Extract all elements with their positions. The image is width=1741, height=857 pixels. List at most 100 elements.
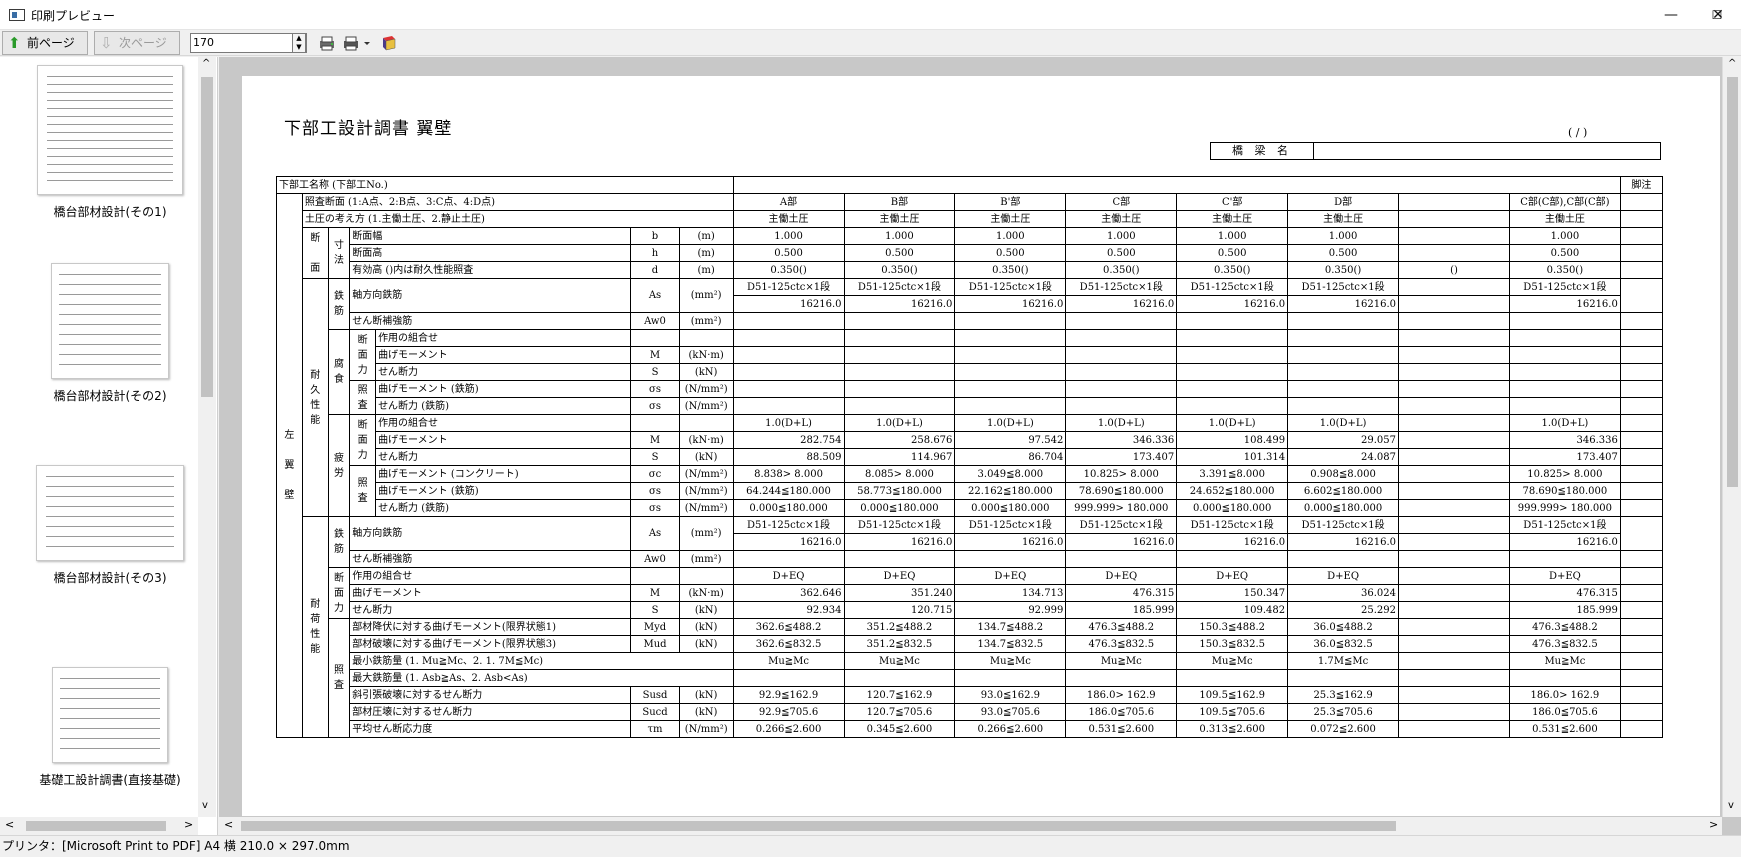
table-row: 曲げモーメント M (kN·m) bbox=[277, 346, 1664, 364]
scroll-left-icon[interactable]: < bbox=[5, 818, 14, 831]
value-cell: 0.313≦2.600 bbox=[1176, 720, 1289, 738]
zoom-up-icon[interactable]: ▲ bbox=[293, 34, 305, 43]
table-row: 左翼壁照査断面 (1:A点、2:B点、3:C点、4:D点) A部 B部 B'部 C部 C'… bbox=[276, 193, 1664, 738]
unit-cell: (mm²) bbox=[678, 550, 734, 568]
zoom-spinner[interactable]: ▲ ▼ bbox=[292, 33, 306, 53]
value-cell bbox=[1398, 482, 1510, 500]
next-page-button[interactable]: ⇩ 次ページ bbox=[94, 31, 180, 55]
note-cell bbox=[1619, 312, 1664, 330]
value-cell bbox=[1398, 448, 1510, 466]
value-cell: 10.825> 8.000 bbox=[1508, 465, 1621, 483]
note-cell bbox=[1619, 499, 1664, 517]
scroll-down-icon[interactable]: v bbox=[1728, 800, 1734, 811]
value-cell: 16216.0 bbox=[843, 533, 956, 551]
zoom-input[interactable]: 170 bbox=[190, 33, 307, 53]
value-cell: 186.0≦705.6 bbox=[1508, 703, 1621, 721]
symbol-cell: h bbox=[630, 244, 680, 262]
note-cell bbox=[1619, 686, 1664, 704]
scroll-thumb[interactable] bbox=[201, 77, 213, 397]
viewer-vertical-scrollbar[interactable]: ^ v bbox=[1722, 57, 1741, 817]
minimize-button[interactable]: — bbox=[1648, 0, 1694, 30]
unit-cell: (kN) bbox=[678, 686, 734, 704]
symbol-cell: S bbox=[630, 448, 680, 466]
scroll-down-icon[interactable]: v bbox=[202, 800, 208, 811]
value-cell bbox=[1508, 329, 1621, 347]
value-cell: C部 bbox=[1065, 193, 1178, 211]
table-row: せん断力 (鉄筋) σs (N/mm²) bbox=[277, 397, 1664, 415]
value-cell bbox=[1398, 703, 1510, 721]
value-cell: 362.646 bbox=[732, 584, 845, 602]
value-cell bbox=[1398, 465, 1510, 483]
thumbnail-vertical-scrollbar[interactable]: ^ v bbox=[198, 57, 216, 817]
book-icon[interactable] bbox=[380, 35, 398, 51]
print-setup-icon[interactable] bbox=[318, 35, 336, 51]
value-cell: 0.350() bbox=[954, 261, 1067, 279]
prev-page-button[interactable]: ⬆ 前ページ bbox=[2, 31, 88, 55]
value-cell: 0.072≦2.600 bbox=[1287, 720, 1400, 738]
value-cell bbox=[1065, 329, 1178, 347]
note-cell bbox=[1619, 380, 1664, 398]
unit-cell: (N/mm²) bbox=[678, 397, 734, 415]
value-cell: D51-125ctc×1段 bbox=[1287, 516, 1400, 534]
durability-group-label: 耐久性能 bbox=[301, 278, 329, 517]
prev-page-label: 前ページ bbox=[27, 36, 75, 50]
toolbar: ⬆ 前ページ ⇩ 次ページ 170 ▲ ▼ bbox=[0, 30, 1741, 56]
status-bar: プリンタ：[Microsoft Print to PDF] A4 横 210.0… bbox=[0, 835, 1741, 857]
value-cell bbox=[1065, 312, 1178, 330]
close-button[interactable]: ✕ bbox=[1695, 0, 1741, 30]
scroll-thumb[interactable] bbox=[241, 821, 1396, 831]
value-cell bbox=[843, 550, 956, 568]
scroll-right-icon[interactable]: > bbox=[1709, 818, 1718, 831]
value-cell: 1.000 bbox=[954, 227, 1067, 245]
scroll-right-icon[interactable]: > bbox=[184, 818, 193, 831]
table-row: 断面寸法断面幅 b (m) 1.000 1.000 1.000 1.000 1.000 1.00… bbox=[277, 227, 1664, 279]
value-cell bbox=[843, 346, 956, 364]
symbol-cell: τm bbox=[630, 720, 680, 738]
note-cell bbox=[1619, 448, 1664, 466]
scroll-left-icon[interactable]: < bbox=[224, 818, 233, 831]
scroll-thumb[interactable] bbox=[26, 821, 166, 831]
unit-cell: (m) bbox=[678, 261, 734, 279]
scroll-up-icon[interactable]: ^ bbox=[1728, 58, 1736, 69]
value-cell: 258.676 bbox=[843, 431, 956, 449]
value-cell: C部(C部),C部(C部) bbox=[1508, 193, 1621, 211]
value-cell bbox=[1398, 278, 1510, 296]
table-row: せん断力 (鉄筋) σs (N/mm²) 0.000≦180.000 0.000≦180… bbox=[277, 499, 1664, 517]
value-cell: 0.000≦180.000 bbox=[954, 499, 1067, 517]
thumbnail-page-1[interactable]: 橋台部材設計(その1) bbox=[20, 65, 200, 220]
thumbnail-page-2[interactable]: 橋台部材設計(その2) bbox=[20, 263, 200, 404]
value-cell: 0.000≦180.000 bbox=[1287, 499, 1400, 517]
value-cell: 0.500 bbox=[1176, 244, 1289, 262]
thumbnail-image bbox=[52, 667, 168, 763]
note-cell bbox=[1619, 244, 1664, 262]
value-cell bbox=[1508, 363, 1621, 381]
row-label: 断面幅 bbox=[349, 227, 632, 245]
value-cell bbox=[954, 550, 1067, 568]
value-cell bbox=[1287, 669, 1400, 687]
scroll-up-icon[interactable]: ^ bbox=[202, 58, 210, 69]
table-row: 部材圧壊に対するせん断力 Sucd (kN) 92.9≦705.6 120.7≦705.… bbox=[277, 703, 1664, 721]
value-cell: 1.000 bbox=[1065, 227, 1178, 245]
row-label: 曲げモーメント (鉄筋) bbox=[375, 380, 632, 398]
value-cell: 120.715 bbox=[843, 601, 956, 619]
print-icon[interactable] bbox=[342, 35, 360, 51]
value-cell: 362.6≦832.5 bbox=[732, 635, 845, 653]
thumbnail-horizontal-scrollbar[interactable]: < > bbox=[0, 817, 198, 835]
bridge-name-label: 橋 梁 名 bbox=[1211, 143, 1314, 159]
scroll-thumb[interactable] bbox=[1727, 77, 1738, 487]
table-row: 耐久性能鉄筋軸方向鉄筋 As (mm²) D51-125ctc×1段 D51-125ct… bbox=[277, 278, 1664, 517]
zoom-down-icon[interactable]: ▼ bbox=[293, 43, 305, 52]
dropdown-arrow-icon[interactable] bbox=[363, 35, 371, 51]
note-cell bbox=[1619, 261, 1664, 279]
value-cell: 16216.0 bbox=[732, 533, 845, 551]
note-cell bbox=[1619, 465, 1664, 483]
thumbnail-page-3[interactable]: 橋台部材設計(その3) bbox=[20, 465, 200, 586]
thumbnail-image bbox=[36, 465, 184, 561]
viewer-horizontal-scrollbar[interactable]: < > bbox=[219, 817, 1722, 835]
value-cell: 86.704 bbox=[954, 448, 1067, 466]
row-label: 下部工名称 (下部工No.) bbox=[276, 176, 734, 194]
thumbnail-page-4[interactable]: 基礎工設計調書(直接基礎) bbox=[20, 667, 200, 788]
preview-viewer[interactable]: 下部工設計調書 翼壁 ( / ) 橋 梁 名 下部工名称 (下部工No.) 脚注左… bbox=[219, 57, 1741, 835]
table-row: せん断力 S (kN) 92.934 120.715 92.999 185.999 109.4… bbox=[277, 601, 1664, 619]
value-cell: 58.773≦180.000 bbox=[843, 482, 956, 500]
